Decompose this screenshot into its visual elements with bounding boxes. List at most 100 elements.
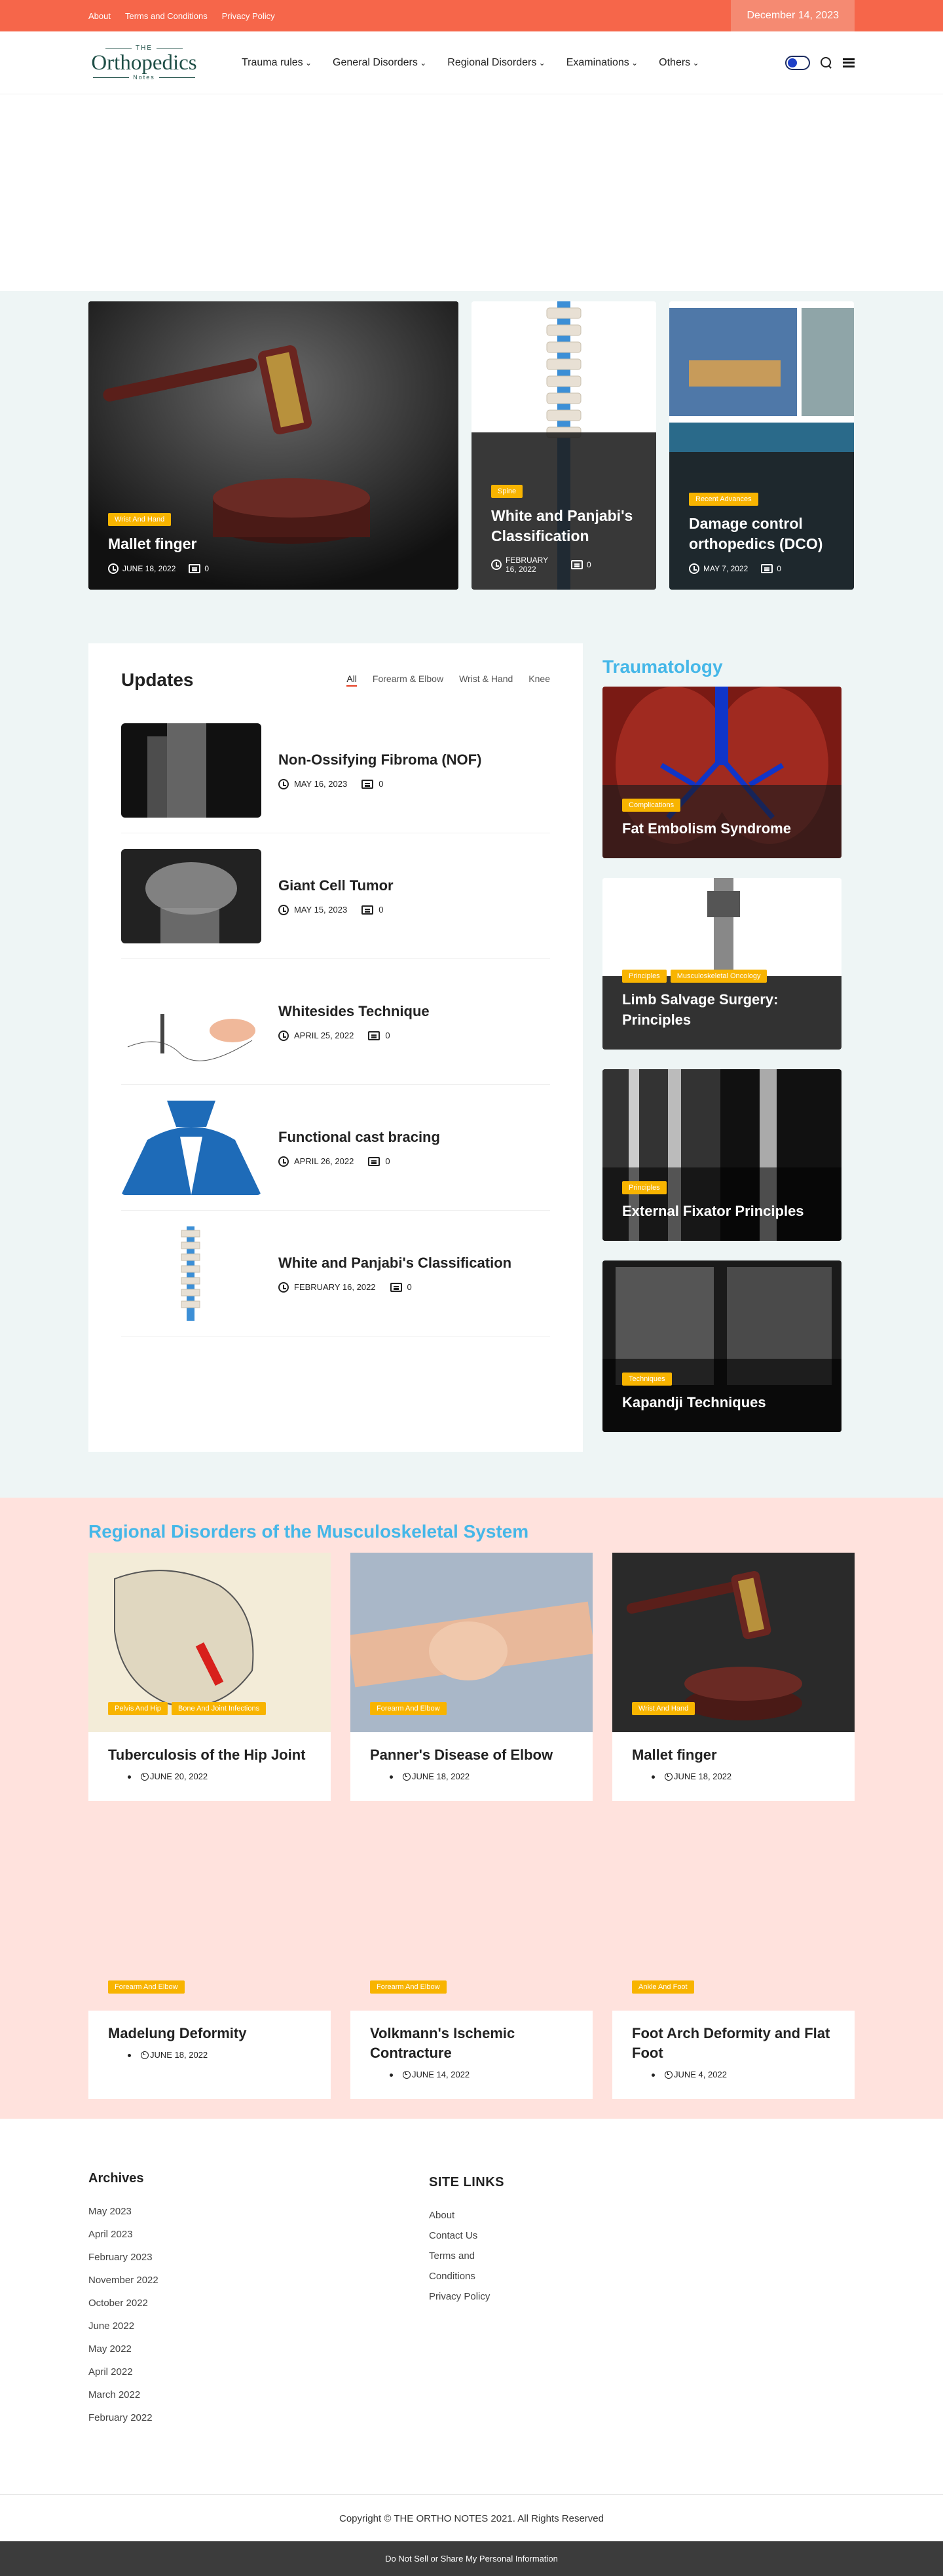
regional-card[interactable]: Forearm And Elbow Madelung Deformity JUN… xyxy=(88,1831,331,2099)
archive-link[interactable]: May 2023 xyxy=(88,2206,429,2217)
list-item-title[interactable]: Functional cast bracing xyxy=(278,1129,440,1146)
regional-tag[interactable]: Wrist And Hand xyxy=(632,1702,695,1715)
archive-link[interactable]: October 2022 xyxy=(88,2298,429,2309)
filter-forearm-elbow[interactable]: Forearm & Elbow xyxy=(373,673,443,687)
xray-thumbnail[interactable] xyxy=(121,723,261,818)
regional-card-title[interactable]: Foot Arch Deformity and Flat Foot xyxy=(632,2024,835,2063)
trauma-card-limb-salvage[interactable]: Principles Musculoskeletal Oncology Limb … xyxy=(602,878,841,1050)
clock-icon xyxy=(403,1772,411,1781)
archive-link[interactable]: April 2022 xyxy=(88,2366,429,2377)
filter-wrist-hand[interactable]: Wrist & Hand xyxy=(459,673,513,687)
archive-link[interactable]: March 2022 xyxy=(88,2389,429,2400)
trauma-tag[interactable]: Principles xyxy=(622,970,667,983)
hero-title[interactable]: White and Panjabi's Classification xyxy=(491,506,637,546)
archive-link[interactable]: February 2022 xyxy=(88,2412,429,2423)
regional-tag[interactable]: Forearm And Elbow xyxy=(370,1980,447,1994)
regional-card[interactable]: Pelvis And Hip Bone And Joint Infections … xyxy=(88,1553,331,1801)
site-link-privacy[interactable]: Privacy Policy xyxy=(429,2291,769,2302)
archive-link[interactable]: February 2023 xyxy=(88,2252,429,2263)
nav-regional-disorders[interactable]: Regional Disorders xyxy=(447,57,545,69)
regional-card-title[interactable]: Mallet finger xyxy=(632,1745,835,1765)
hero-comments[interactable]: 0 xyxy=(587,560,591,569)
trauma-tag[interactable]: Techniques xyxy=(622,1373,672,1386)
regional-card[interactable]: Forearm And Elbow Volkmann's Ischemic Co… xyxy=(350,1831,593,2099)
list-item-title[interactable]: Non-Ossifying Fibroma (NOF) xyxy=(278,751,481,768)
list-item-title[interactable]: Whitesides Technique xyxy=(278,1003,430,1020)
list-item[interactable]: Whitesides Technique APRIL 25, 2022 0 xyxy=(121,959,550,1085)
top-link-terms[interactable]: Terms and Conditions xyxy=(125,11,208,21)
trauma-tag[interactable]: Complications xyxy=(622,799,681,812)
list-item-comments[interactable]: 0 xyxy=(385,1156,390,1166)
archive-link[interactable]: May 2022 xyxy=(88,2343,429,2355)
hero-title[interactable]: Damage control orthopedics (DCO) xyxy=(689,514,834,554)
list-item[interactable]: White and Panjabi's Classification FEBRU… xyxy=(121,1211,550,1336)
hero-tag[interactable]: Recent Advances xyxy=(689,493,758,506)
archive-link[interactable]: November 2022 xyxy=(88,2275,429,2286)
site-link-conditions[interactable]: Conditions xyxy=(429,2271,769,2282)
trauma-card-kapandji[interactable]: Techniques Kapandji Techniques xyxy=(602,1260,841,1432)
dark-mode-toggle[interactable] xyxy=(785,55,810,70)
diagram-thumbnail[interactable] xyxy=(121,974,261,1069)
trauma-card-external-fixator[interactable]: Principles External Fixator Principles xyxy=(602,1069,841,1241)
list-item-comments[interactable]: 0 xyxy=(379,905,383,915)
trauma-tag[interactable]: Principles xyxy=(622,1181,667,1194)
regional-card[interactable]: Ankle And Foot Foot Arch Deformity and F… xyxy=(612,1831,855,2099)
nav-trauma-rules[interactable]: Trauma rules xyxy=(242,57,312,69)
xray-thumbnail[interactable] xyxy=(121,848,261,943)
filter-knee[interactable]: Knee xyxy=(528,673,550,687)
list-item[interactable]: Non-Ossifying Fibroma (NOF) MAY 16, 2023… xyxy=(121,708,550,833)
hero-tag[interactable]: Spine xyxy=(491,485,523,498)
filter-all[interactable]: All xyxy=(346,673,357,687)
search-icon[interactable] xyxy=(821,56,832,69)
regional-card-title[interactable]: Madelung Deformity xyxy=(108,2024,311,2043)
list-item[interactable]: Giant Cell Tumor MAY 15, 2023 0 xyxy=(121,833,550,959)
regional-card[interactable]: Forearm And Elbow Panner's Disease of El… xyxy=(350,1553,593,1801)
site-link-about[interactable]: About xyxy=(429,2210,769,2221)
brace-thumbnail[interactable] xyxy=(121,1100,261,1195)
hero-card-white-panjabi[interactable]: Spine White and Panjabi's Classification… xyxy=(472,301,656,590)
regional-tag[interactable]: Forearm And Elbow xyxy=(108,1980,185,1994)
archive-link[interactable]: April 2023 xyxy=(88,2229,429,2240)
traumatology-title[interactable]: Traumatology xyxy=(602,656,841,677)
list-item-date: FEBRUARY 16, 2022 xyxy=(294,1282,376,1292)
top-link-privacy[interactable]: Privacy Policy xyxy=(222,11,275,21)
list-item-comments[interactable]: 0 xyxy=(407,1282,412,1292)
regional-tag[interactable]: Ankle And Foot xyxy=(632,1980,694,1994)
regional-card-title[interactable]: Panner's Disease of Elbow xyxy=(370,1745,573,1765)
hero-comments[interactable]: 0 xyxy=(777,564,781,573)
regional-tag[interactable]: Pelvis And Hip xyxy=(108,1702,168,1715)
archive-link[interactable]: June 2022 xyxy=(88,2320,429,2332)
list-item-comments[interactable]: 0 xyxy=(379,779,383,789)
list-item[interactable]: Functional cast bracing APRIL 26, 2022 0 xyxy=(121,1085,550,1211)
site-logo[interactable]: THE Orthopedics Notes xyxy=(88,45,200,81)
nav-examinations[interactable]: Examinations xyxy=(566,57,638,69)
regional-title[interactable]: Regional Disorders of the Musculoskeleta… xyxy=(88,1521,855,1542)
trauma-card-title[interactable]: Kapandji Techniques xyxy=(622,1392,822,1412)
trauma-card-fat-embolism[interactable]: Complications Fat Embolism Syndrome xyxy=(602,687,841,858)
site-link-terms[interactable]: Terms and xyxy=(429,2250,769,2262)
trauma-tag[interactable]: Musculoskeletal Oncology xyxy=(670,970,767,983)
regional-tag[interactable]: Forearm And Elbow xyxy=(370,1702,447,1715)
trauma-card-title[interactable]: Fat Embolism Syndrome xyxy=(622,818,822,839)
regional-card-title[interactable]: Tuberculosis of the Hip Joint xyxy=(108,1745,311,1765)
regional-card-title[interactable]: Volkmann's Ischemic Contracture xyxy=(370,2024,573,2063)
hero-comments[interactable]: 0 xyxy=(204,564,209,573)
hero-card-dco[interactable]: Recent Advances Damage control orthopedi… xyxy=(669,301,854,590)
trauma-card-title[interactable]: Limb Salvage Surgery: Principles xyxy=(622,989,822,1030)
list-item-title[interactable]: White and Panjabi's Classification xyxy=(278,1255,511,1272)
regional-tag[interactable]: Bone And Joint Infections xyxy=(171,1702,267,1715)
spine-thumbnail[interactable] xyxy=(121,1226,261,1321)
site-link-contact[interactable]: Contact Us xyxy=(429,2230,769,2241)
site-links-widget: SITE LINKS About Contact Us Terms and Co… xyxy=(429,2171,769,2435)
hero-title[interactable]: Mallet finger xyxy=(108,534,439,554)
hero-card-mallet-finger[interactable]: Wrist And Hand Mallet finger JUNE 18, 20… xyxy=(88,301,458,590)
menu-icon[interactable] xyxy=(843,58,855,67)
list-item-title[interactable]: Giant Cell Tumor xyxy=(278,877,394,894)
nav-others[interactable]: Others xyxy=(659,57,699,69)
list-item-comments[interactable]: 0 xyxy=(385,1031,390,1040)
top-link-about[interactable]: About xyxy=(88,11,111,21)
hero-tag[interactable]: Wrist And Hand xyxy=(108,513,172,526)
nav-general-disorders[interactable]: General Disorders xyxy=(333,57,426,69)
trauma-card-title[interactable]: External Fixator Principles xyxy=(622,1201,822,1221)
regional-card[interactable]: Wrist And Hand Mallet finger JUNE 18, 20… xyxy=(612,1553,855,1801)
